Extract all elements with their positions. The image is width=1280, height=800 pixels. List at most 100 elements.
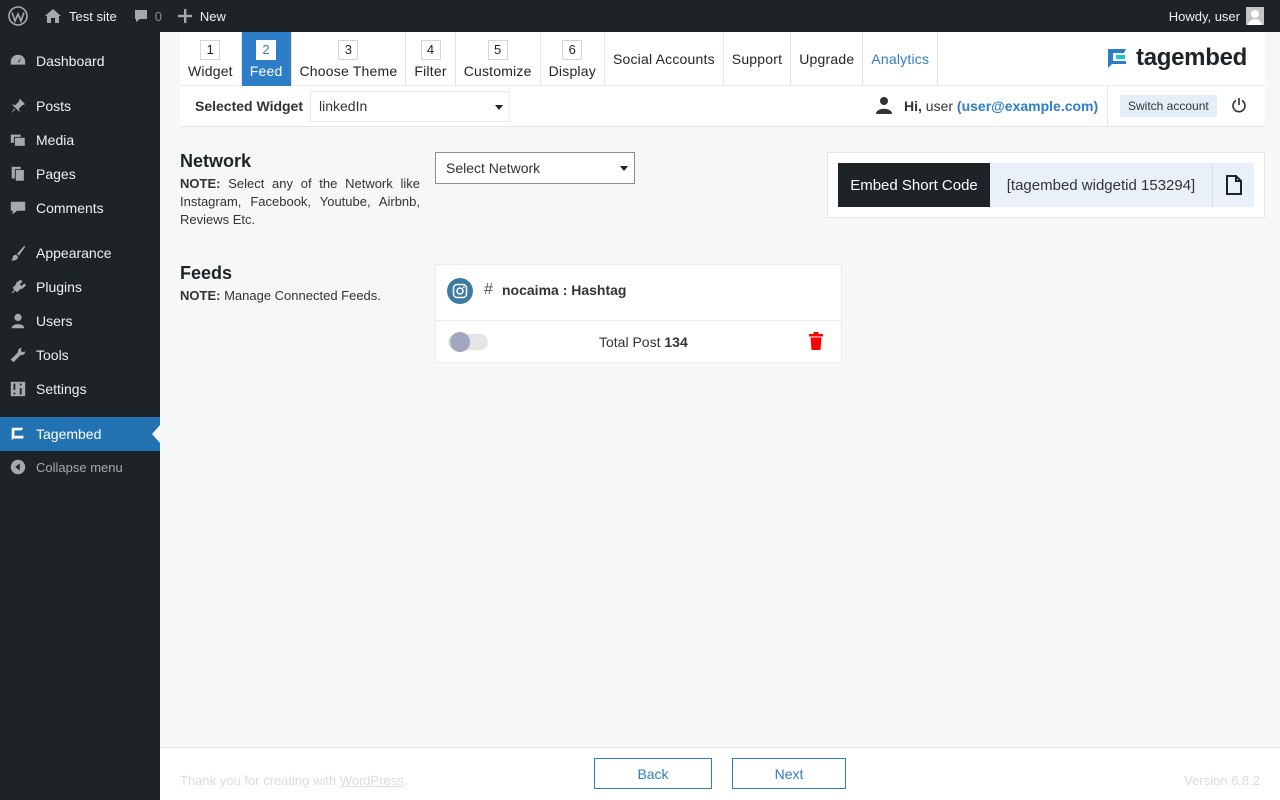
tagembed-logo-icon xyxy=(1108,49,1127,68)
total-post-label: Total Post xyxy=(599,334,661,350)
admin-sidebar: Dashboard Posts Media Pages Comments App… xyxy=(0,32,160,800)
step-label: Filter xyxy=(414,62,447,79)
sidebar-item-label: Tools xyxy=(36,347,69,363)
feed-header: # nocaima : Hashtag xyxy=(436,265,841,321)
feed-name: nocaima : Hashtag xyxy=(502,282,627,298)
plus-icon xyxy=(177,9,192,23)
sidebar-item-plugins[interactable]: Plugins xyxy=(0,270,160,304)
switch-account-button[interactable]: Switch account xyxy=(1120,95,1217,117)
tab-customize[interactable]: 5 Customize xyxy=(456,32,541,86)
back-button[interactable]: Back xyxy=(594,758,712,789)
account-menu[interactable]: Howdy, user xyxy=(1161,0,1272,32)
tab-widget[interactable]: 1 Widget xyxy=(180,32,242,86)
tab-choose-theme[interactable]: 3 Choose Theme xyxy=(292,32,407,86)
new-content-link[interactable]: New xyxy=(170,0,234,32)
tab-feed[interactable]: 2 Feed xyxy=(241,32,292,86)
pin-icon xyxy=(0,97,36,115)
wordpress-link[interactable]: WordPress xyxy=(340,773,404,788)
user-greeting: Hi, user (user@example.com) xyxy=(904,98,1098,114)
note-label: NOTE: xyxy=(180,176,221,191)
comment-icon xyxy=(0,199,36,217)
step-label: Widget xyxy=(188,62,233,79)
sidebar-item-dashboard[interactable]: Dashboard xyxy=(0,44,160,78)
embed-short-code-value[interactable]: [tagembed widgetid 153294] xyxy=(990,163,1212,207)
collapse-menu-button[interactable]: Collapse menu xyxy=(0,450,160,484)
instagram-icon xyxy=(447,278,473,304)
note-text: Manage Connected Feeds. xyxy=(224,288,381,303)
pages-icon xyxy=(0,165,36,183)
dashboard-icon xyxy=(0,52,36,70)
chevron-down-icon xyxy=(495,105,503,110)
chevron-down-icon xyxy=(620,166,628,171)
embed-shortcode-box: Embed Short Code [tagembed widgetid 1532… xyxy=(827,152,1265,218)
sidebar-item-tools[interactable]: Tools xyxy=(0,338,160,372)
admin-bar: Test site 0 New Howdy, user xyxy=(0,0,1280,32)
footer-thanks: Thank you for creating with WordPress. xyxy=(180,773,407,788)
sidebar-item-label: Tagembed xyxy=(36,426,102,442)
feeds-note: NOTE: Manage Connected Feeds. xyxy=(180,287,420,305)
new-label: New xyxy=(199,8,226,24)
sidebar-item-media[interactable]: Media xyxy=(0,123,160,157)
sidebar-item-appearance[interactable]: Appearance xyxy=(0,236,160,270)
footer: Thank you for creating with WordPress. B… xyxy=(160,747,1280,800)
widget-bar: Selected Widget linkedIn Hi, user (user@… xyxy=(180,86,1265,127)
sidebar-item-label: Collapse menu xyxy=(36,459,123,475)
selected-widget-select[interactable]: linkedIn xyxy=(310,91,510,122)
avatar xyxy=(1246,7,1264,25)
power-icon[interactable] xyxy=(1231,97,1247,113)
next-button[interactable]: Next xyxy=(732,758,846,789)
sidebar-item-pages[interactable]: Pages xyxy=(0,157,160,191)
sidebar-item-tagembed[interactable]: Tagembed xyxy=(0,417,160,451)
sidebar-item-label: Pages xyxy=(36,166,76,182)
collapse-icon xyxy=(0,458,36,476)
sidebar-item-posts[interactable]: Posts xyxy=(0,89,160,123)
step-label: Feed xyxy=(249,62,283,79)
sidebar-item-settings[interactable]: Settings xyxy=(0,372,160,406)
feeds-title: Feeds xyxy=(180,263,233,283)
tab-filter[interactable]: 4 Filter xyxy=(406,32,456,86)
howdy-text: Howdy, user xyxy=(1168,8,1240,24)
brush-icon xyxy=(0,244,36,262)
step-number: 5 xyxy=(487,39,508,60)
network-note: NOTE: Select any of the Network like Ins… xyxy=(180,175,420,229)
sidebar-item-users[interactable]: Users xyxy=(0,304,160,338)
site-name: Test site xyxy=(69,8,117,24)
sidebar-item-label: Dashboard xyxy=(36,53,105,69)
total-post-count: 134 xyxy=(664,334,688,350)
tab-support[interactable]: Support xyxy=(724,32,792,86)
wordpress-logo-icon[interactable] xyxy=(0,0,36,32)
plug-icon xyxy=(0,278,36,296)
select-network-placeholder: Select Network xyxy=(446,160,541,176)
step-number: 6 xyxy=(562,39,583,60)
copy-shortcode-button[interactable] xyxy=(1212,163,1254,207)
tagembed-logo: tagembed xyxy=(1105,44,1247,72)
sidebar-item-label: Users xyxy=(36,313,73,329)
home-icon xyxy=(45,9,61,23)
thanks-end: . xyxy=(403,773,408,788)
media-icon xyxy=(0,131,36,149)
selected-widget-label: Selected Widget xyxy=(195,98,304,114)
tab-analytics[interactable]: Analytics xyxy=(863,32,939,86)
select-network-dropdown[interactable]: Select Network xyxy=(435,152,635,184)
plugin-step-nav: 1 Widget 2 Feed 3 Choose Theme 4 Filter … xyxy=(180,32,1265,86)
sidebar-item-label: Settings xyxy=(36,381,87,397)
sidebar-item-label: Appearance xyxy=(36,245,112,261)
tab-display[interactable]: 6 Display xyxy=(541,32,605,86)
comment-icon xyxy=(134,10,147,22)
tab-upgrade[interactable]: Upgrade xyxy=(791,32,864,86)
step-label: Customize xyxy=(463,62,532,79)
sidebar-item-label: Posts xyxy=(36,98,72,114)
user-email: (user@example.com) xyxy=(956,98,1099,114)
sidebar-item-comments[interactable]: Comments xyxy=(0,191,160,225)
sidebar-item-label: Plugins xyxy=(36,279,82,295)
sidebar-item-label: Media xyxy=(36,132,75,148)
step-label: Display xyxy=(548,62,596,79)
site-name-link[interactable]: Test site xyxy=(36,0,125,32)
brand-name: tagembed xyxy=(1136,44,1247,71)
trash-icon[interactable] xyxy=(808,332,824,350)
feed-toggle[interactable] xyxy=(448,332,488,352)
user-icon xyxy=(876,97,892,114)
tab-social-accounts[interactable]: Social Accounts xyxy=(605,32,724,86)
total-post: Total Post 134 xyxy=(599,334,688,350)
comments-link[interactable]: 0 xyxy=(125,0,170,32)
